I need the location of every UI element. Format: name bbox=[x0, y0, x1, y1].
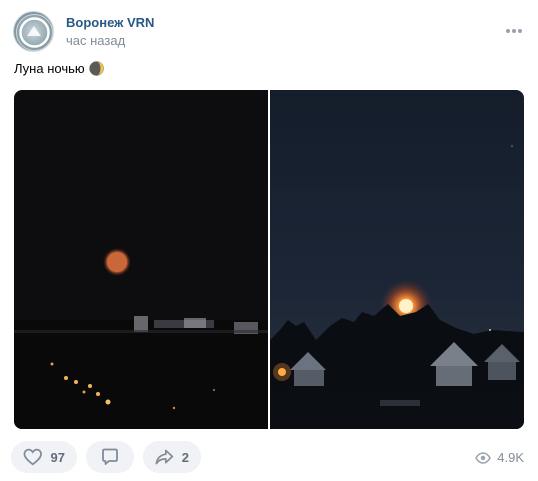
photo-gallery bbox=[14, 90, 524, 429]
post-header: Воронеж VRN час назад bbox=[13, 11, 524, 53]
more-options-icon[interactable] bbox=[504, 23, 524, 39]
avatar-logo-icon bbox=[16, 14, 53, 51]
photo-right[interactable] bbox=[270, 90, 524, 429]
share-button[interactable]: 2 bbox=[143, 441, 201, 473]
moon-emoji-icon bbox=[88, 61, 104, 76]
post-text: Луна ночью bbox=[14, 61, 104, 76]
comment-button[interactable] bbox=[86, 441, 134, 473]
post-text-body: Луна ночью bbox=[14, 61, 85, 76]
post-time[interactable]: час назад bbox=[66, 33, 125, 48]
like-button[interactable]: 97 bbox=[11, 441, 77, 473]
author-name[interactable]: Воронеж VRN bbox=[66, 15, 154, 30]
comment-icon bbox=[102, 448, 118, 465]
post-actions: 97 2 bbox=[11, 441, 201, 473]
post-card: Воронеж VRN час назад Луна ночью 97 2 4.… bbox=[0, 0, 538, 481]
views-count: 4.9K bbox=[497, 450, 524, 465]
share-count: 2 bbox=[181, 449, 189, 465]
avatar[interactable] bbox=[13, 11, 54, 52]
share-arrow-icon bbox=[155, 449, 174, 465]
like-count: 97 bbox=[50, 449, 65, 465]
eye-icon bbox=[475, 451, 492, 464]
heart-icon bbox=[23, 448, 42, 466]
views-counter: 4.9K bbox=[475, 450, 524, 465]
photo-left[interactable] bbox=[14, 90, 268, 429]
